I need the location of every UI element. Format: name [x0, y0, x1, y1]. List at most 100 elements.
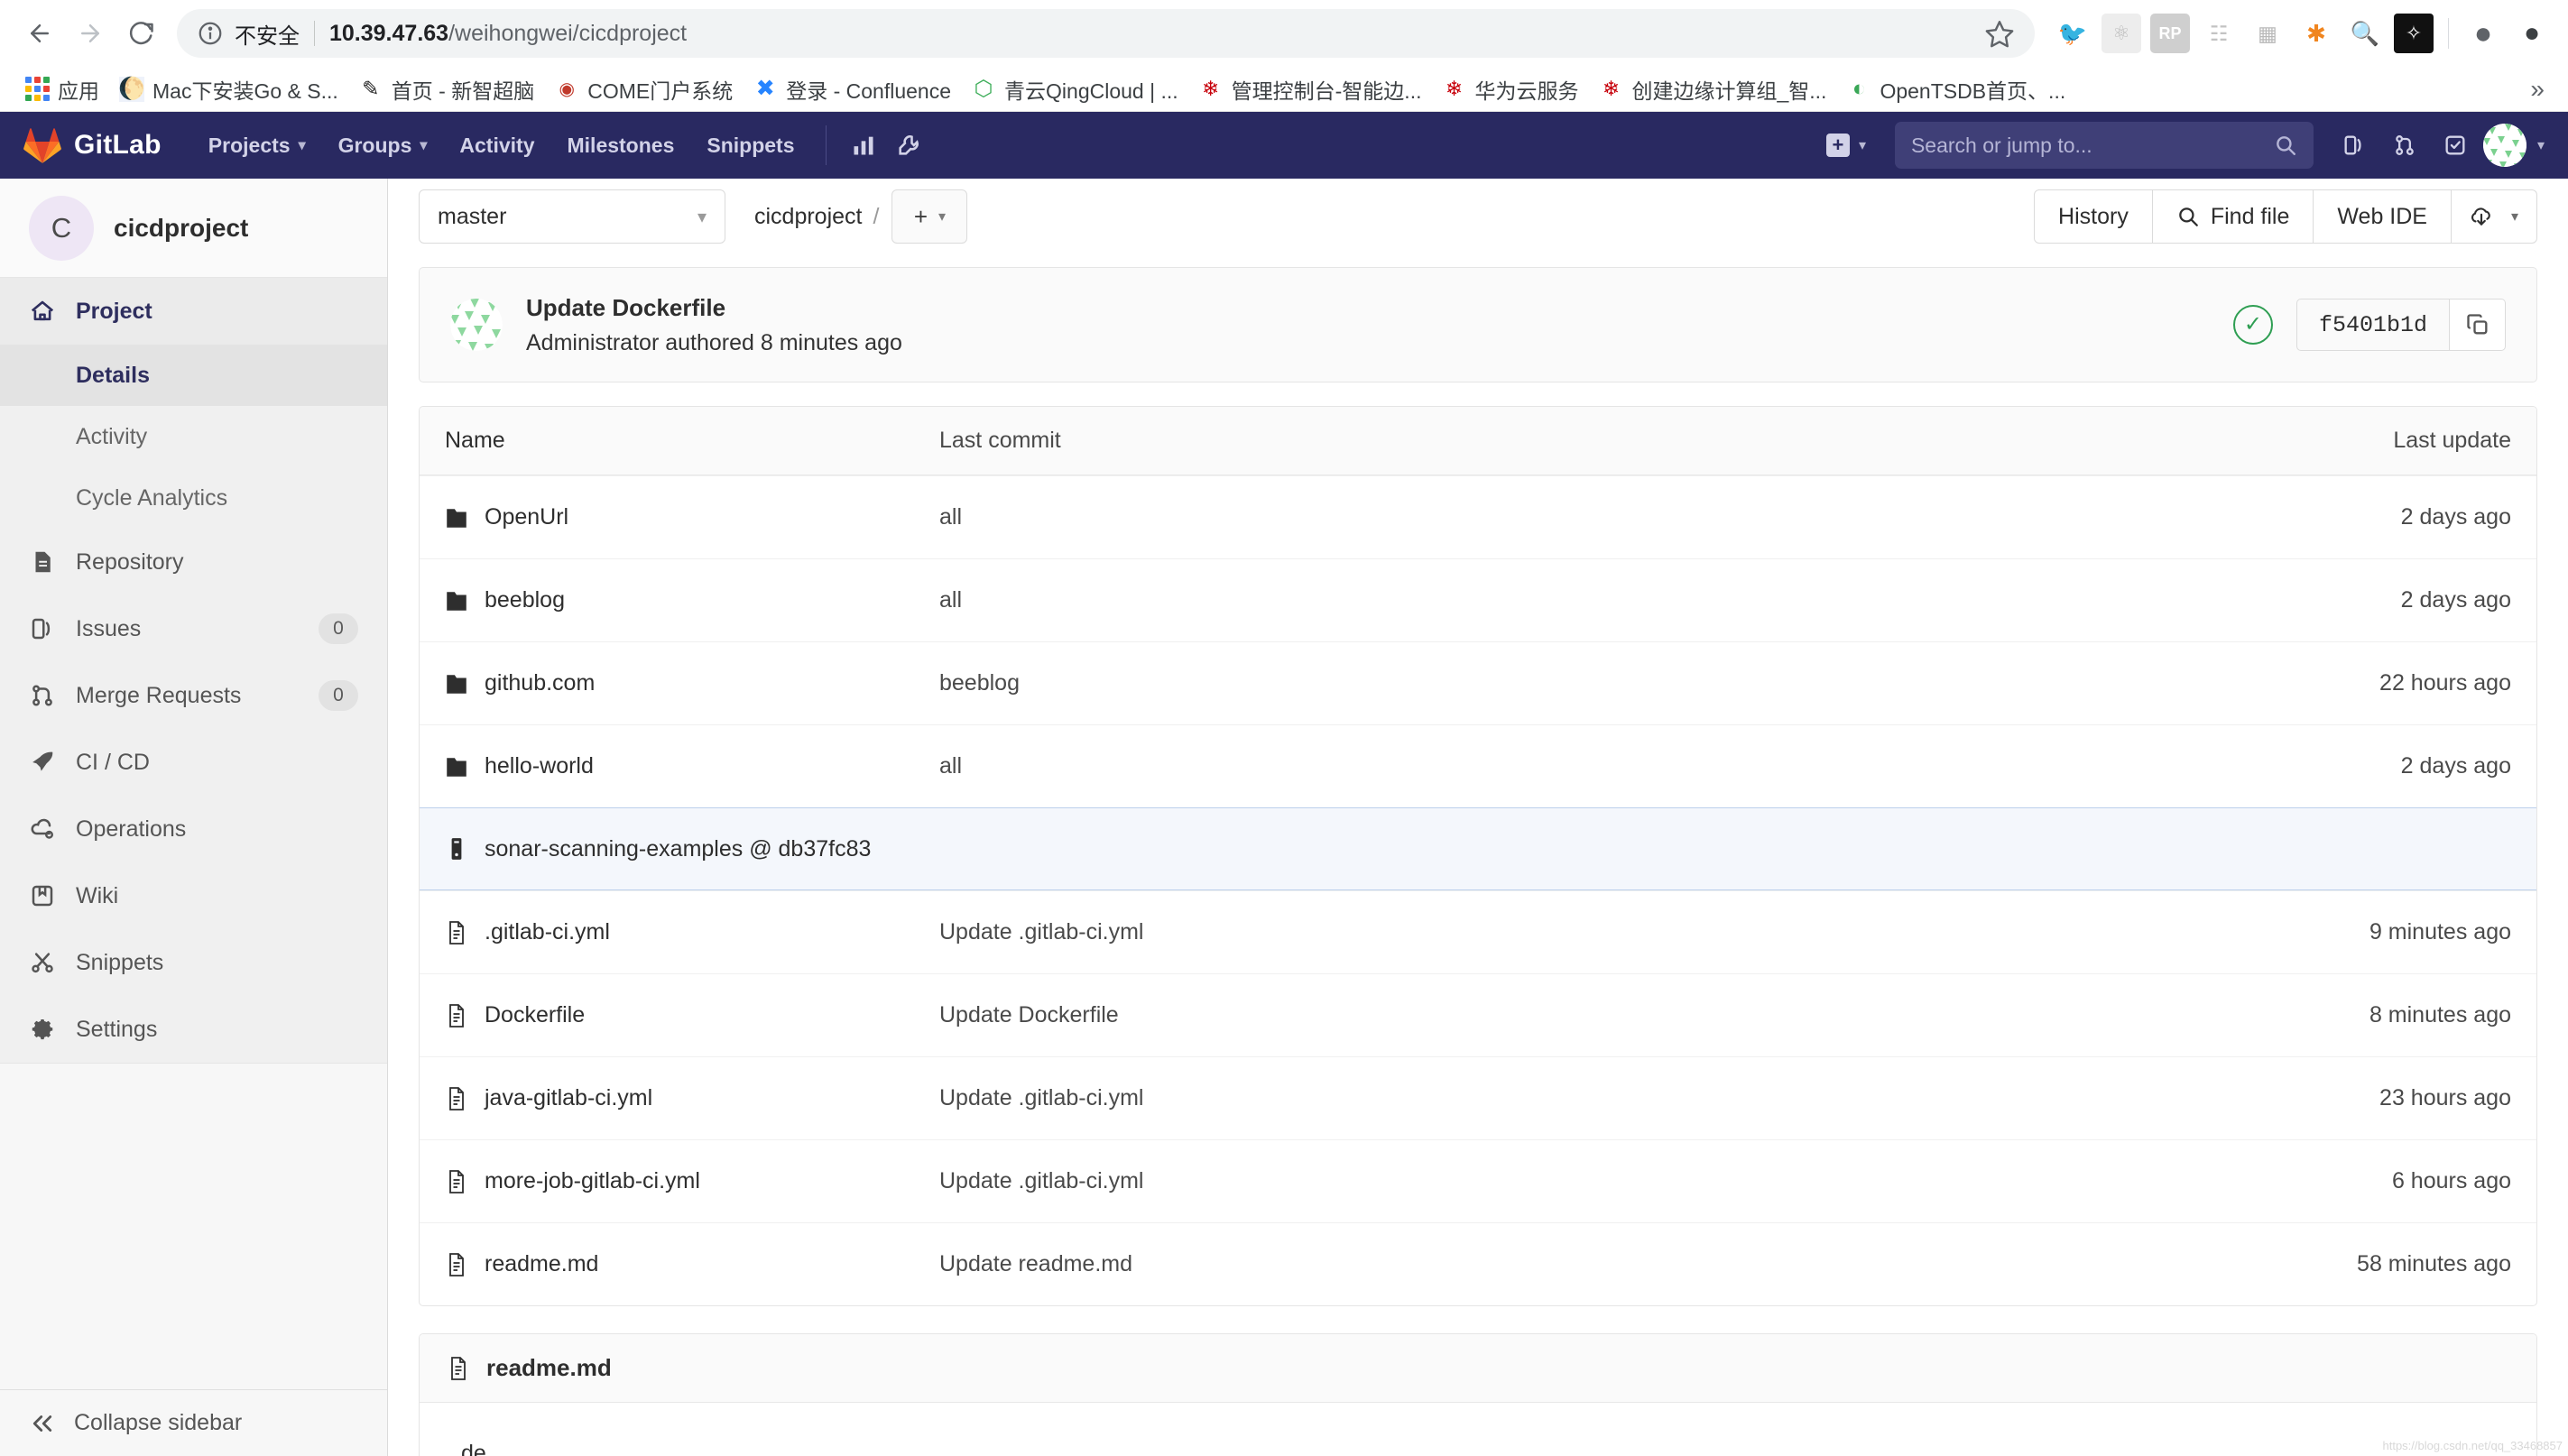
table-row[interactable]: beeblog all 2 days ago [420, 558, 2536, 641]
bookmark-xinzhi[interactable]: ✎ 首页 - 新智超脑 [348, 69, 544, 109]
last-commit-cell[interactable]: Update .gitlab-ci.yml [939, 919, 2240, 945]
bookmarks-overflow-button[interactable]: » [2521, 75, 2554, 104]
forward-button[interactable] [67, 10, 114, 57]
bookmark-qingcloud[interactable]: ⬡ 青云QingCloud | ... [961, 69, 1188, 109]
find-file-button[interactable]: Find file [2152, 189, 2314, 244]
react-extension-icon[interactable]: ⚛ [2102, 14, 2141, 53]
file-name-cell[interactable]: readme.md [445, 1251, 939, 1278]
nav-link-activity[interactable]: Activity [443, 112, 550, 179]
sidebar-item-settings[interactable]: Settings [0, 996, 387, 1063]
last-commit-cell[interactable]: all [939, 753, 2240, 779]
table-row[interactable]: readme.md Update readme.md 58 minutes ag… [420, 1222, 2536, 1305]
merge-requests-icon[interactable] [2382, 123, 2427, 168]
back-button[interactable] [16, 10, 63, 57]
breadcrumb-project[interactable]: cicdproject [754, 204, 863, 230]
sidebar-item-cycle-analytics[interactable]: Cycle Analytics [0, 467, 387, 529]
copy-sha-button[interactable] [2450, 299, 2506, 351]
sidebar-item-details[interactable]: Details [0, 345, 387, 406]
last-commit-cell[interactable]: beeblog [939, 670, 2240, 696]
file-name-cell[interactable]: beeblog [445, 587, 939, 614]
nav-link-snippets[interactable]: Snippets [690, 112, 810, 179]
project-name-label: cicdproject [114, 213, 249, 242]
nav-link-projects[interactable]: Projects ▾ [192, 112, 322, 179]
download-button[interactable]: ▾ [2451, 189, 2537, 244]
rp-extension-icon[interactable]: RP [2150, 14, 2190, 53]
last-commit-cell[interactable]: Update Dockerfile [939, 1002, 2240, 1028]
browser-menu-icon[interactable]: ● [2512, 14, 2552, 53]
table-row[interactable]: hello-world all 2 days ago [420, 724, 2536, 807]
bookmark-star-icon[interactable] [1984, 18, 2015, 49]
bookmark-huawei-console[interactable]: ❄ 管理控制台-智能边... [1188, 69, 1432, 109]
sidebar-item-operations[interactable]: Operations [0, 796, 387, 862]
commit-message[interactable]: Update Dockerfile [526, 294, 902, 322]
issues-icon[interactable] [2332, 123, 2377, 168]
hummingbird-extension-icon[interactable]: 🐦 [2053, 14, 2092, 53]
pipeline-status-icon[interactable]: ✓ [2232, 305, 2273, 345]
sidebar-item-merge-requests[interactable]: Merge Requests 0 [0, 662, 387, 729]
file-name-cell[interactable]: sonar-scanning-examples @ db37fc83 [445, 835, 2240, 862]
table-row[interactable]: java-gitlab-ci.yml Update .gitlab-ci.yml… [420, 1056, 2536, 1139]
bookmark-mac-go[interactable]: 🌔 Mac下安装Go & S... [109, 69, 348, 109]
sidebar-item-issues[interactable]: Issues 0 [0, 595, 387, 662]
admin-wrench-icon[interactable] [886, 123, 931, 168]
last-update-cell: 23 hours ago [2379, 1085, 2511, 1110]
user-menu-chevron-icon[interactable]: ▾ [2537, 136, 2545, 154]
sidebar-item-cicd[interactable]: CI / CD [0, 729, 387, 796]
extension-icons: 🐦 ⚛ RP ☷ ▦ ✱ 🔍 ✧ ● ● [2047, 14, 2552, 53]
confluence-extension-icon[interactable]: ✱ [2296, 14, 2336, 53]
bookmark-apps[interactable]: 应用 [14, 69, 109, 109]
bookmark-opentsdb[interactable]: ◐ OpenTSDB首页、... [1836, 69, 2075, 109]
sidebar-item-repository[interactable]: Repository [0, 529, 387, 595]
gitlab-home-link[interactable]: GitLab [23, 127, 162, 163]
info-icon[interactable] [197, 20, 224, 47]
branch-selector[interactable]: master ▾ [419, 189, 725, 244]
last-commit-cell[interactable]: all [939, 504, 2240, 530]
qrcode-extension-icon[interactable]: ▦ [2248, 14, 2287, 53]
readme-filename[interactable]: readme.md [486, 1354, 612, 1382]
table-row[interactable]: more-job-gitlab-ci.yml Update .gitlab-ci… [420, 1139, 2536, 1222]
add-to-tree-button[interactable]: + ▾ [891, 189, 968, 244]
reload-button[interactable] [117, 10, 164, 57]
file-name-cell[interactable]: OpenUrl [445, 504, 939, 531]
file-name-cell[interactable]: github.com [445, 670, 939, 697]
analytics-chart-icon[interactable] [841, 123, 886, 168]
new-dropdown-button[interactable]: + ▾ [1815, 134, 1877, 157]
search-input[interactable]: Search or jump to... [1894, 122, 2314, 169]
last-commit-cell[interactable]: Update readme.md [939, 1251, 2240, 1277]
bookmark-confluence[interactable]: ✖ 登录 - Confluence [743, 69, 961, 109]
address-bar[interactable]: 不安全 10.39.47.63/weihongwei/cicdproject [177, 9, 2035, 58]
sitemap-extension-icon[interactable]: ☷ [2199, 14, 2239, 53]
user-avatar[interactable] [2482, 124, 2526, 167]
sidebar-project-header[interactable]: C cicdproject [0, 179, 387, 278]
file-name-cell[interactable]: java-gitlab-ci.yml [445, 1085, 939, 1112]
web-ide-button[interactable]: Web IDE [2314, 189, 2452, 244]
file-name-cell[interactable]: hello-world [445, 753, 939, 780]
sidebar-item-project[interactable]: Project [0, 278, 387, 345]
magnifier-extension-icon[interactable]: 🔍 [2345, 14, 2385, 53]
history-button[interactable]: History [2034, 189, 2153, 244]
sidebar-item-label: Repository [76, 548, 184, 575]
file-name-cell[interactable]: Dockerfile [445, 1002, 939, 1029]
table-row[interactable]: .gitlab-ci.yml Update .gitlab-ci.yml 9 m… [420, 890, 2536, 973]
nav-link-milestones[interactable]: Milestones [551, 112, 691, 179]
table-row-submodule[interactable]: sonar-scanning-examples @ db37fc83 [420, 807, 2536, 890]
profile-avatar-icon[interactable]: ● [2463, 14, 2503, 53]
sidebar-item-wiki[interactable]: Wiki [0, 862, 387, 929]
sparkle-extension-icon[interactable]: ✧ [2394, 14, 2434, 53]
file-name-cell[interactable]: .gitlab-ci.yml [445, 919, 939, 946]
sidebar-item-activity[interactable]: Activity [0, 406, 387, 467]
file-name-cell[interactable]: more-job-gitlab-ci.yml [445, 1168, 939, 1195]
todos-icon[interactable] [2433, 123, 2478, 168]
bookmark-huawei-cloud[interactable]: ❄ 华为云服务 [1431, 69, 1588, 109]
table-row[interactable]: github.com beeblog 22 hours ago [420, 641, 2536, 724]
table-row[interactable]: Dockerfile Update Dockerfile 8 minutes a… [420, 973, 2536, 1056]
collapse-sidebar-button[interactable]: Collapse sidebar [0, 1389, 387, 1456]
nav-link-groups[interactable]: Groups ▾ [322, 112, 444, 179]
bookmark-edge-group[interactable]: ❄ 创建边缘计算组_智... [1588, 69, 1836, 109]
table-row[interactable]: OpenUrl all 2 days ago [420, 475, 2536, 558]
sidebar-item-snippets[interactable]: Snippets [0, 929, 387, 996]
last-commit-cell[interactable]: Update .gitlab-ci.yml [939, 1085, 2240, 1111]
bookmark-come-portal[interactable]: ◉ COME门户系统 [544, 69, 743, 109]
last-commit-cell[interactable]: Update .gitlab-ci.yml [939, 1168, 2240, 1194]
last-commit-cell[interactable]: all [939, 587, 2240, 613]
